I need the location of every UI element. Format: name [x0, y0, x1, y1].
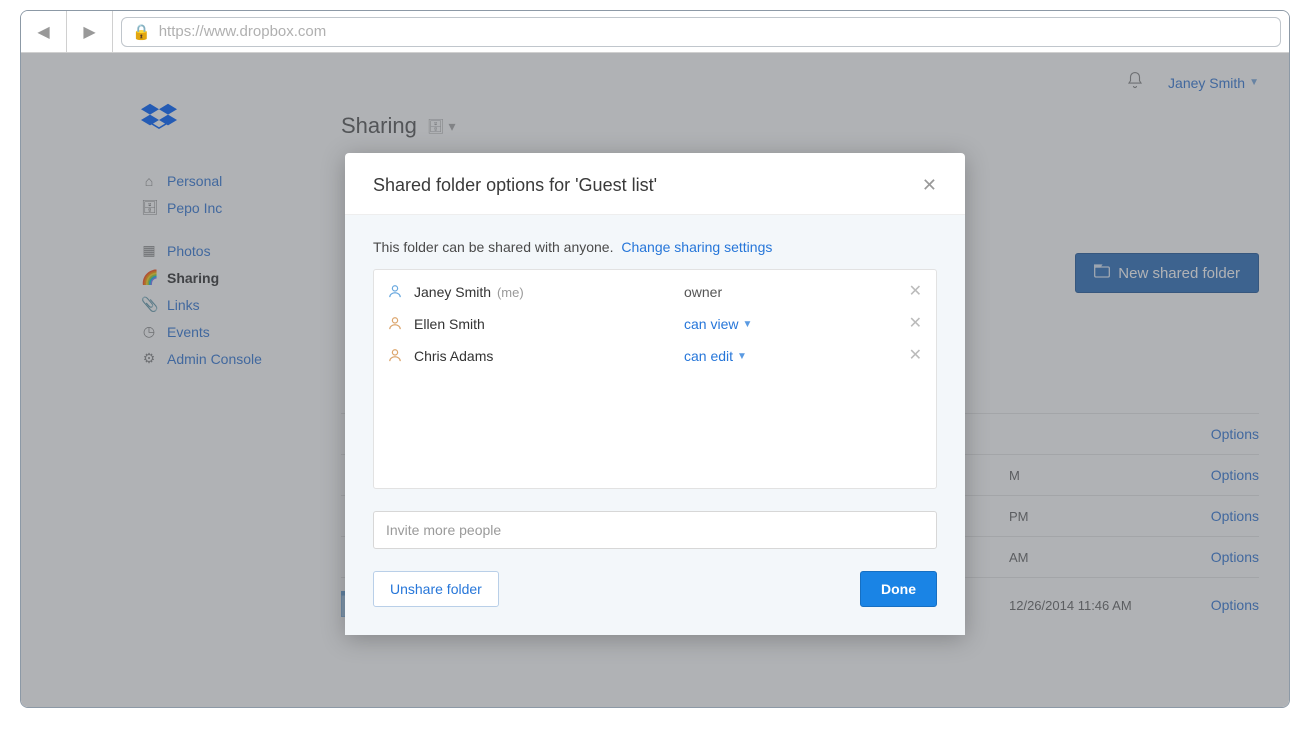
member-name: Chris Adams	[414, 348, 684, 364]
back-button[interactable]: ◀	[21, 11, 67, 52]
member-name: Janey Smith (me)	[414, 284, 684, 300]
remove-member-icon[interactable]: ✕	[909, 284, 922, 300]
person-icon	[388, 348, 404, 364]
chevron-down-icon: ▼	[737, 351, 747, 362]
invite-field-wrap	[373, 511, 937, 549]
shared-folder-modal: Shared folder options for 'Guest list' ✕…	[345, 153, 965, 635]
member-row: Chris Adams can edit▼ ✕	[374, 340, 936, 372]
chevron-down-icon: ▼	[742, 319, 752, 330]
browser-chrome: ◀ ▶ 🔒 https://www.dropbox.com Janey Smit…	[20, 10, 1290, 708]
unshare-button[interactable]: Unshare folder	[373, 571, 499, 607]
url-text: https://www.dropbox.com	[159, 23, 327, 40]
invite-input[interactable]	[373, 511, 937, 549]
change-sharing-link[interactable]: Change sharing settings	[621, 239, 772, 255]
share-desc-text: This folder can be shared with anyone.	[373, 239, 613, 255]
member-role-dropdown[interactable]: can edit▼	[684, 348, 909, 364]
remove-member-icon[interactable]: ✕	[909, 316, 922, 332]
share-description: This folder can be shared with anyone. C…	[373, 239, 937, 255]
close-icon[interactable]: ✕	[922, 175, 937, 196]
lock-icon: 🔒	[132, 23, 151, 41]
person-icon	[388, 316, 404, 332]
member-row-owner: Janey Smith (me) owner ✕	[374, 276, 936, 308]
done-button[interactable]: Done	[860, 571, 937, 607]
member-role-dropdown[interactable]: can view▼	[684, 316, 909, 332]
modal-body: This folder can be shared with anyone. C…	[345, 215, 965, 635]
viewport: Janey Smith ▼ ⌂ Personal 🗄 Pepo Inc	[21, 53, 1289, 707]
member-role: owner	[684, 284, 909, 300]
modal-footer: Unshare folder Done	[373, 571, 937, 607]
remove-member-icon[interactable]: ✕	[909, 348, 922, 364]
person-icon	[388, 284, 404, 300]
member-row: Ellen Smith can view▼ ✕	[374, 308, 936, 340]
member-name: Ellen Smith	[414, 316, 684, 332]
modal-title: Shared folder options for 'Guest list'	[373, 175, 657, 196]
url-field[interactable]: 🔒 https://www.dropbox.com	[121, 17, 1281, 47]
modal-header: Shared folder options for 'Guest list' ✕	[345, 153, 965, 215]
members-list: Janey Smith (me) owner ✕ Ellen Smith can…	[373, 269, 937, 489]
forward-button[interactable]: ▶	[67, 11, 113, 52]
url-bar: ◀ ▶ 🔒 https://www.dropbox.com	[21, 11, 1289, 53]
